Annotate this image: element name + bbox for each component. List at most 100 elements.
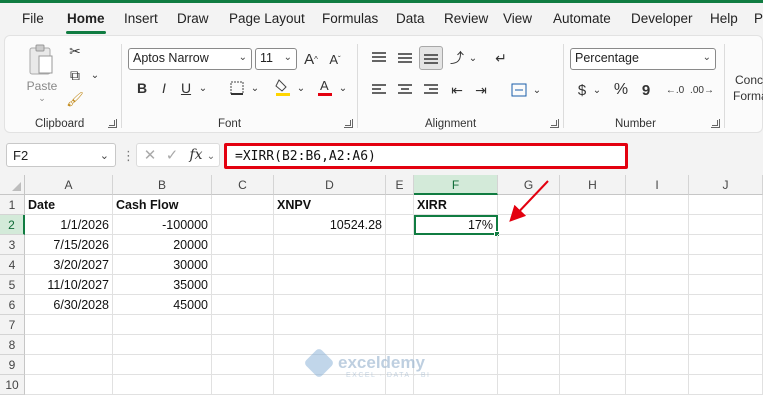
cell-b2[interactable]: -100000 — [113, 215, 212, 235]
font-name-select[interactable]: Aptos Narrow ⌄ — [128, 48, 252, 70]
cell-h6[interactable] — [560, 295, 626, 315]
cancel-icon[interactable]: ✕ — [141, 146, 159, 164]
column-header-d[interactable]: D — [274, 175, 386, 195]
underline-button[interactable]: U — [177, 78, 195, 98]
bold-button[interactable]: B — [133, 78, 151, 98]
cell-f7[interactable] — [414, 315, 498, 335]
cell-c3[interactable] — [212, 235, 274, 255]
copy-chevron-icon[interactable]: ⌄ — [89, 68, 101, 82]
cell-b6[interactable]: 45000 — [113, 295, 212, 315]
cell-g4[interactable] — [498, 255, 560, 275]
comma-style-button[interactable]: 9 — [637, 80, 655, 100]
font-size-select[interactable]: 11 ⌄ — [255, 48, 297, 70]
cell-g8[interactable] — [498, 335, 560, 355]
orientation-chevron-icon[interactable]: ⌄ — [467, 50, 479, 66]
cell-f4[interactable] — [414, 255, 498, 275]
cell-c2[interactable] — [212, 215, 274, 235]
cell-a7[interactable] — [25, 315, 113, 335]
paste-chevron-icon[interactable]: ⌄ — [35, 92, 49, 104]
column-header-h[interactable]: H — [560, 175, 626, 195]
number-launcher-icon[interactable] — [711, 119, 720, 128]
increase-indent-icon[interactable]: ⇥ — [471, 80, 491, 100]
cell-c9[interactable] — [212, 355, 274, 375]
tab-help[interactable]: Help — [710, 11, 738, 26]
cell-h4[interactable] — [560, 255, 626, 275]
cell-b7[interactable] — [113, 315, 212, 335]
cell-d5[interactable] — [274, 275, 386, 295]
font-launcher-icon[interactable] — [344, 119, 353, 128]
cell-b1[interactable]: Cash Flow — [113, 195, 212, 215]
currency-chevron-icon[interactable]: ⌄ — [591, 82, 603, 98]
cell-e2[interactable] — [386, 215, 414, 235]
cell-c6[interactable] — [212, 295, 274, 315]
underline-chevron-icon[interactable]: ⌄ — [197, 80, 209, 96]
tab-draw[interactable]: Draw — [177, 11, 209, 26]
tab-review[interactable]: Review — [444, 11, 488, 26]
cell-j9[interactable] — [689, 355, 763, 375]
orientation-icon[interactable]: ⤴ — [447, 48, 467, 68]
cell-h3[interactable] — [560, 235, 626, 255]
merge-center-icon[interactable] — [509, 80, 529, 100]
tab-insert[interactable]: Insert — [124, 11, 158, 26]
cell-j7[interactable] — [689, 315, 763, 335]
cell-f5[interactable] — [414, 275, 498, 295]
row-header-5[interactable]: 5 — [0, 275, 25, 295]
tab-page-layout[interactable]: Page Layout — [229, 11, 305, 26]
currency-format-button[interactable]: $ — [573, 80, 591, 100]
cut-icon[interactable]: ✂ — [65, 42, 85, 60]
insert-function-button[interactable]: fx — [187, 146, 205, 164]
clipboard-launcher-icon[interactable] — [108, 119, 117, 128]
cell-g7[interactable] — [498, 315, 560, 335]
cell-b9[interactable] — [113, 355, 212, 375]
row-header-8[interactable]: 8 — [0, 335, 25, 355]
cell-j8[interactable] — [689, 335, 763, 355]
cell-b10[interactable] — [113, 375, 212, 395]
tab-automate[interactable]: Automate — [553, 11, 611, 26]
cell-d6[interactable] — [274, 295, 386, 315]
cell-g10[interactable] — [498, 375, 560, 395]
cell-j10[interactable] — [689, 375, 763, 395]
tab-overflow[interactable]: P — [754, 11, 763, 26]
cell-f6[interactable] — [414, 295, 498, 315]
cell-a4[interactable]: 3/20/2027 — [25, 255, 113, 275]
column-header-c[interactable]: C — [212, 175, 274, 195]
decrease-decimal-icon[interactable]: .00→ — [690, 80, 714, 100]
align-right-icon[interactable] — [421, 80, 441, 100]
tab-developer[interactable]: Developer — [631, 11, 693, 26]
tab-formulas[interactable]: Formulas — [322, 11, 378, 26]
cell-c10[interactable] — [212, 375, 274, 395]
cell-i3[interactable] — [626, 235, 689, 255]
grow-font-icon[interactable]: A ^ — [301, 48, 321, 70]
cell-a9[interactable] — [25, 355, 113, 375]
cell-i4[interactable] — [626, 255, 689, 275]
cell-h2[interactable] — [560, 215, 626, 235]
more-icon[interactable]: ⋮ — [122, 148, 135, 164]
tab-home[interactable]: Home — [67, 11, 105, 26]
cell-i2[interactable] — [626, 215, 689, 235]
cell-a10[interactable] — [25, 375, 113, 395]
cell-e5[interactable] — [386, 275, 414, 295]
cell-h8[interactable] — [560, 335, 626, 355]
cell-e7[interactable] — [386, 315, 414, 335]
row-header-4[interactable]: 4 — [0, 255, 25, 275]
cell-d7[interactable] — [274, 315, 386, 335]
wrap-text-icon[interactable]: ↵ — [491, 48, 511, 68]
cell-h1[interactable] — [560, 195, 626, 215]
cell-c8[interactable] — [212, 335, 274, 355]
fx-chevron-icon[interactable]: ⌄ — [205, 148, 217, 164]
cell-g5[interactable] — [498, 275, 560, 295]
cell-g2[interactable] — [498, 215, 560, 235]
cell-a8[interactable] — [25, 335, 113, 355]
cell-j4[interactable] — [689, 255, 763, 275]
cell-i7[interactable] — [626, 315, 689, 335]
number-format-select[interactable]: Percentage ⌄ — [570, 48, 716, 70]
increase-decimal-icon[interactable]: ←.0 — [665, 80, 685, 100]
select-all-corner[interactable] — [0, 175, 25, 195]
tab-file[interactable]: File — [22, 11, 44, 26]
enter-icon[interactable]: ✓ — [163, 146, 181, 164]
cell-b3[interactable]: 20000 — [113, 235, 212, 255]
cell-a2[interactable]: 1/1/2026 — [25, 215, 113, 235]
row-header-1[interactable]: 1 — [0, 195, 25, 215]
row-header-2[interactable]: 2 — [0, 215, 25, 235]
cell-h9[interactable] — [560, 355, 626, 375]
